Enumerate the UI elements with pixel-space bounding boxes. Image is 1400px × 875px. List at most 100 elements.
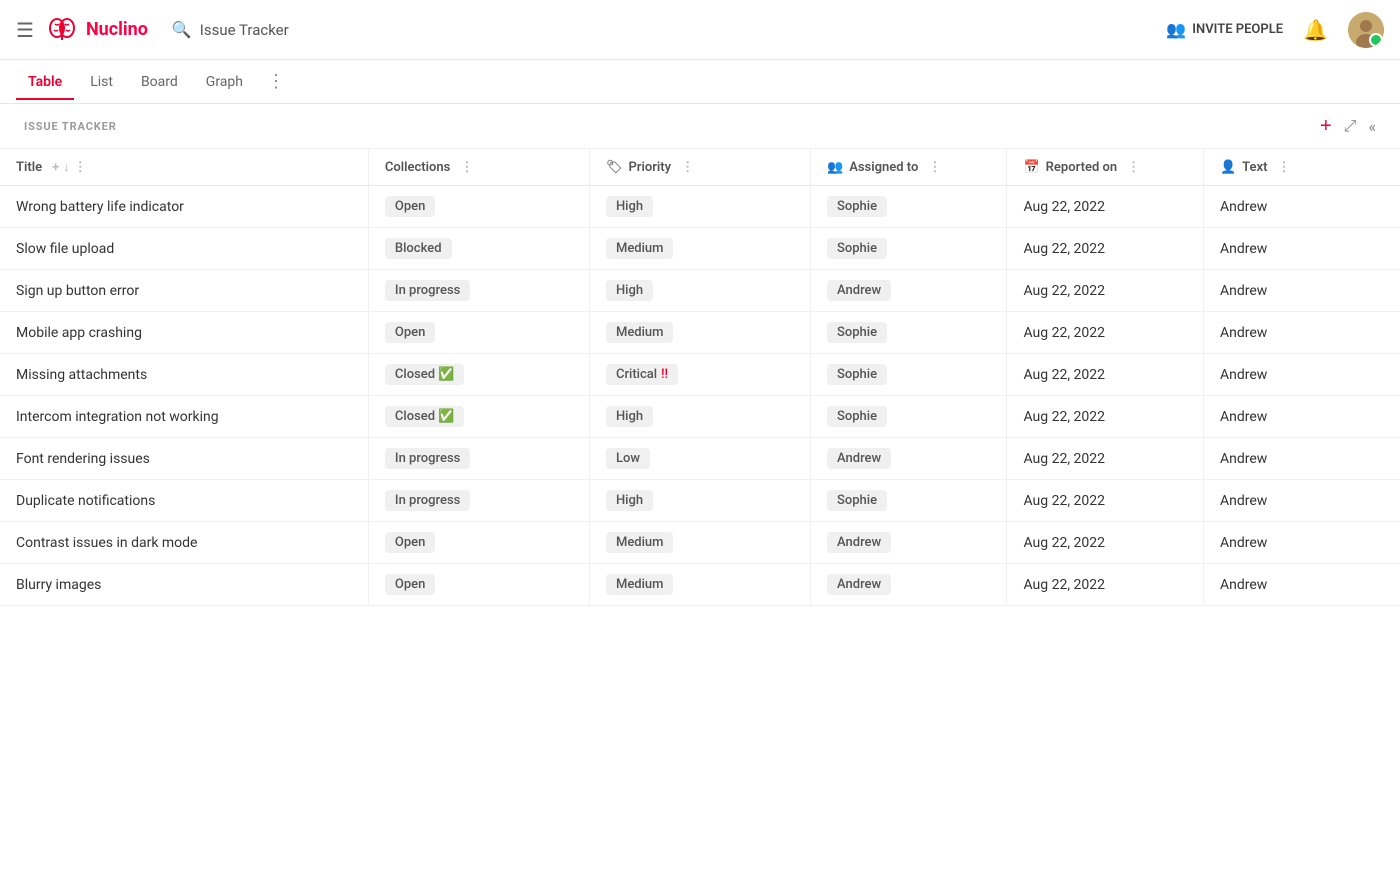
table-row[interactable]: Slow file upload + ⋮ BlockedMediumSophie… [0,228,1400,270]
row-add-btn[interactable]: + [163,492,171,509]
row-add-btn[interactable]: + [147,282,155,299]
cell-collection-8[interactable]: Open [368,522,589,564]
priority-badge[interactable]: Medium [606,532,674,553]
collection-badge[interactable]: Closed ✅ [385,364,465,385]
col-text-menu[interactable]: ⋮ [1278,160,1291,175]
tabs-more-icon[interactable]: ⋮ [259,65,293,98]
tab-list[interactable]: List [78,64,125,100]
user-avatar[interactable] [1348,12,1384,48]
priority-badge[interactable]: High [606,406,653,427]
collection-badge[interactable]: In progress [385,448,470,469]
row-menu-btn[interactable]: ⋮ [122,576,136,593]
cell-collection-7[interactable]: In progress [368,480,589,522]
col-reported-menu[interactable]: ⋮ [1127,160,1140,175]
priority-badge[interactable]: Medium [606,322,674,343]
table-row[interactable]: Wrong battery life indicator + ⋮ Open Hig… [0,186,1400,228]
table-row[interactable]: Mobile app crashing + ⋮ OpenMediumSophie… [0,312,1400,354]
row-add-btn[interactable]: + [155,366,163,383]
row-menu-btn[interactable]: ⋮ [239,408,253,425]
cell-priority-8[interactable]: Medium [589,522,810,564]
col-collections-menu[interactable]: ⋮ [460,160,473,175]
collection-badge[interactable]: Closed ✅ [385,406,465,427]
row-add-btn[interactable]: + [122,240,130,257]
cell-priority-6[interactable]: Low [589,438,810,480]
row-menu-btn[interactable]: ⋮ [170,450,184,467]
col-assigned-menu[interactable]: ⋮ [928,160,941,175]
row-menu-btn[interactable]: ⋮ [167,366,181,383]
cell-title-6[interactable]: Font rendering issues + ⋮ [0,438,368,480]
table-row[interactable]: Duplicate notifications + ⋮ In progressH… [0,480,1400,522]
col-sort-icon[interactable]: ↓ [63,159,70,175]
row-menu-btn[interactable]: ⋮ [204,198,218,215]
cell-priority-2[interactable]: High [589,270,810,312]
cell-title-4[interactable]: Missing attachments + ⋮ [0,354,368,396]
cell-collection-5[interactable]: Closed ✅ [368,396,589,438]
collection-badge[interactable]: In progress [385,280,470,301]
tab-table[interactable]: Table [16,64,74,100]
cell-priority-0[interactable]: High [589,186,810,228]
cell-title-3[interactable]: Mobile app crashing + ⋮ [0,312,368,354]
invite-people-button[interactable]: 👥 INVITE PEOPLE [1166,20,1283,39]
cell-priority-9[interactable]: Medium [589,564,810,606]
cell-collection-6[interactable]: In progress [368,438,589,480]
table-row[interactable]: Font rendering issues + ⋮ In progress Low… [0,438,1400,480]
priority-badge[interactable]: Medium [606,238,674,259]
collection-badge[interactable]: Blocked [385,238,452,259]
hamburger-icon[interactable]: ☰ [16,18,34,42]
row-add-btn[interactable]: + [192,198,200,215]
priority-badge[interactable]: High [606,196,653,217]
cell-priority-1[interactable]: Medium [589,228,810,270]
cell-title-8[interactable]: Contrast issues in dark mode + ⋮ [0,522,368,564]
cell-title-5[interactable]: Intercom integration not working + ⋮ [0,396,368,438]
priority-badge[interactable]: Low [606,448,650,469]
row-menu-btn[interactable]: ⋮ [134,240,148,257]
cell-priority-4[interactable]: Critical ‼ [589,354,810,396]
cell-priority-3[interactable]: Medium [589,312,810,354]
row-menu-btn[interactable]: ⋮ [218,534,232,551]
row-add-btn[interactable]: + [205,534,213,551]
collection-badge[interactable]: In progress [385,490,470,511]
cell-title-0[interactable]: Wrong battery life indicator + ⋮ [0,186,368,228]
cell-collection-2[interactable]: In progress [368,270,589,312]
expand-icon[interactable]: ⤢ [1344,116,1357,136]
col-priority-menu[interactable]: ⋮ [681,160,694,175]
row-menu-btn[interactable]: ⋮ [176,492,190,509]
cell-priority-5[interactable]: High [589,396,810,438]
tab-graph[interactable]: Graph [194,64,255,100]
cell-title-2[interactable]: Sign up button error + ⋮ [0,270,368,312]
tab-board[interactable]: Board [129,64,190,100]
priority-badge[interactable]: High [606,280,653,301]
collection-badge[interactable]: Open [385,196,435,217]
row-add-btn[interactable]: + [109,576,117,593]
collapse-icon[interactable]: « [1368,117,1376,136]
row-add-btn[interactable]: + [158,450,166,467]
col-add-icon[interactable]: + [52,160,59,175]
row-add-btn[interactable]: + [150,324,158,341]
col-menu-icon[interactable]: ⋮ [74,160,87,175]
table-row[interactable]: Intercom integration not working + ⋮ Clo… [0,396,1400,438]
table-row[interactable]: Contrast issues in dark mode + ⋮ Open Med… [0,522,1400,564]
add-row-button[interactable]: + [1320,116,1332,136]
table-row[interactable]: Blurry images + ⋮ OpenMediumAndrewAug 22… [0,564,1400,606]
collection-badge[interactable]: Open [385,532,435,553]
logo[interactable]: Nuclino [46,14,148,46]
cell-collection-1[interactable]: Blocked [368,228,589,270]
row-menu-btn[interactable]: ⋮ [159,282,173,299]
notification-bell-icon[interactable]: 🔔 [1303,18,1328,42]
cell-title-1[interactable]: Slow file upload + ⋮ [0,228,368,270]
table-row[interactable]: Sign up button error + ⋮ In progress High… [0,270,1400,312]
priority-badge[interactable]: High [606,490,653,511]
priority-badge[interactable]: Medium [606,574,674,595]
row-menu-btn[interactable]: ⋮ [162,324,176,341]
collection-badge[interactable]: Open [385,322,435,343]
cell-collection-0[interactable]: Open [368,186,589,228]
cell-title-9[interactable]: Blurry images + ⋮ [0,564,368,606]
collection-badge[interactable]: Open [385,574,435,595]
cell-collection-3[interactable]: Open [368,312,589,354]
priority-badge[interactable]: Critical ‼ [606,364,678,385]
search-area[interactable]: 🔍 Issue Tracker [172,20,289,39]
row-add-btn[interactable]: + [227,408,235,425]
cell-collection-9[interactable]: Open [368,564,589,606]
cell-collection-4[interactable]: Closed ✅ [368,354,589,396]
cell-priority-7[interactable]: High [589,480,810,522]
